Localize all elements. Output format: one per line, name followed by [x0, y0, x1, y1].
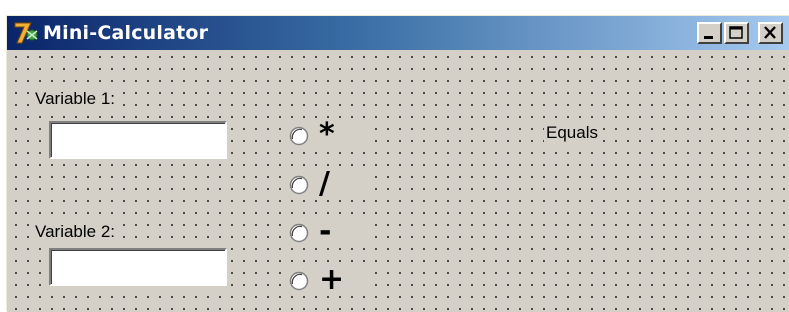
title-bar[interactable]: Mini-Calculator	[7, 16, 789, 50]
multiply-label: *	[319, 117, 335, 152]
variable2-input[interactable]	[49, 248, 227, 286]
window-title: Mini-Calculator	[43, 22, 209, 44]
operator-multiply-option[interactable]: *	[289, 117, 365, 152]
app-logo-icon	[13, 21, 39, 45]
operator-divide-option[interactable]: /	[289, 166, 365, 201]
maximize-icon	[729, 26, 743, 39]
multiply-radio[interactable]	[289, 126, 309, 146]
calculator-window: Mini-Calculator Variable 1: Variable 2:	[6, 15, 789, 312]
add-radio[interactable]	[289, 271, 309, 291]
equals-label: Equals	[544, 123, 600, 143]
minimize-icon	[704, 36, 713, 39]
maximize-button[interactable]	[724, 22, 749, 44]
divide-label: /	[319, 166, 330, 201]
variable1-input[interactable]	[49, 121, 227, 159]
form-design-surface: Variable 1: Variable 2: * / - + Equals	[7, 50, 789, 312]
subtract-label: -	[319, 214, 332, 249]
minimize-button[interactable]	[697, 22, 722, 44]
close-icon	[764, 26, 776, 39]
operator-add-option[interactable]: +	[289, 262, 365, 297]
subtract-radio[interactable]	[289, 223, 309, 243]
operator-subtract-option[interactable]: -	[289, 214, 365, 249]
divide-radio[interactable]	[289, 175, 309, 195]
variable1-label: Variable 1:	[33, 89, 118, 109]
close-button[interactable]	[758, 22, 783, 44]
add-label: +	[319, 262, 345, 297]
variable2-label: Variable 2:	[33, 222, 118, 242]
